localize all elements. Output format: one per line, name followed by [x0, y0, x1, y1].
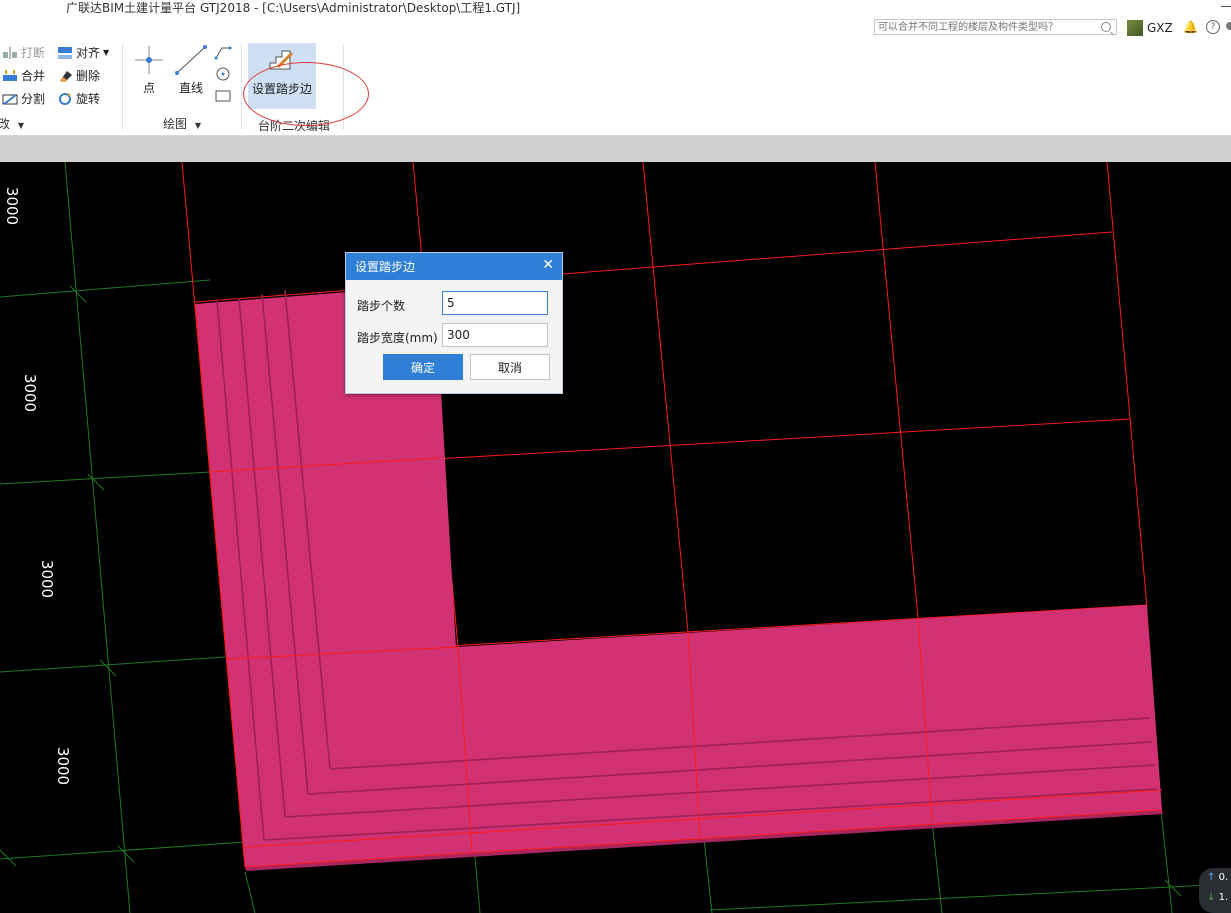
avatar[interactable]: [1127, 20, 1143, 36]
delete-button[interactable]: 删除: [57, 67, 100, 84]
search-icon[interactable]: [1101, 22, 1111, 32]
step-polygons: [194, 272, 1163, 871]
window-title: 广联达BIM土建计量平台 GTJ2018 - [C:\Users\Adminis…: [66, 1, 521, 15]
align-label: 对齐: [76, 46, 101, 60]
dialog-title: 设置踏步边: [355, 260, 416, 274]
plan-view: [0, 162, 1231, 913]
delete-label: 删除: [76, 69, 101, 83]
dimension-label: 3000: [54, 746, 73, 786]
align-icon: [57, 46, 73, 60]
circle-icon[interactable]: [216, 67, 230, 81]
break-button[interactable]: 打断: [2, 44, 45, 61]
speed-line-1: ↑ 0.: [1207, 872, 1229, 883]
dimension-label: 3000: [3, 186, 22, 226]
user-name: GXZ: [1147, 21, 1173, 35]
step-count-input[interactable]: [442, 291, 548, 315]
split-button[interactable]: 分割: [2, 90, 45, 107]
search-input[interactable]: [876, 20, 1100, 34]
break-icon: [2, 46, 18, 60]
minimize-button[interactable]: [1221, 6, 1231, 7]
set-step-edge-dialog: 设置踏步边 ✕ 踏步个数 踏步宽度(mm) 确定 取消: [345, 252, 563, 394]
align-dropdown-icon[interactable]: ▼: [103, 48, 109, 57]
chevron-down-icon[interactable]: ▼: [18, 121, 24, 130]
eraser-icon: [57, 69, 73, 83]
draw-group-label[interactable]: 绘图 ▼: [163, 115, 201, 132]
cancel-button[interactable]: 取消: [470, 354, 550, 380]
group-divider: [122, 44, 123, 130]
drawing-canvas[interactable]: 3000 3000 3000 3000: [0, 162, 1231, 913]
point-icon: [135, 46, 163, 74]
step-edit-group-label: 台阶二次编辑: [258, 119, 331, 133]
merge-icon: [2, 69, 18, 83]
set-step-edge-label: 设置踏步边: [252, 82, 313, 96]
step-count-label: 踏步个数: [357, 299, 406, 313]
line-icon: [175, 45, 207, 75]
step-width-label: 踏步宽度(mm): [357, 331, 438, 345]
align-button[interactable]: 对齐 ▼: [57, 44, 109, 61]
line-label: 直线: [178, 81, 203, 95]
speed-line-2: ↓ 1.: [1207, 892, 1229, 903]
set-step-edge-button[interactable]: 设置踏步边: [248, 43, 316, 109]
rectangle-icon[interactable]: [215, 90, 231, 102]
dimension-label: 3000: [38, 559, 57, 599]
rotate-label: 旋转: [76, 92, 101, 106]
title-bar: 广联达BIM土建计量平台 GTJ2018 - [C:\Users\Adminis…: [0, 0, 1231, 40]
dimension-label: 3000: [21, 373, 40, 413]
arrow-up-icon: ↑: [1207, 872, 1216, 883]
ribbon: 打断 对齐 ▼ 合并 删除 分割 旋转 改 ▼ 点 直线 绘图 ▼ 台阶二次编辑: [0, 40, 1231, 136]
point-button[interactable]: 点: [133, 44, 165, 96]
chevron-down-icon[interactable]: ▼: [195, 121, 201, 130]
step-edge-icon: [269, 50, 294, 70]
split-label: 分割: [21, 92, 46, 106]
search-box[interactable]: [874, 19, 1117, 35]
rotate-icon: [57, 92, 73, 106]
point-label: 点: [142, 81, 155, 95]
modify-group-label[interactable]: 改 ▼: [0, 115, 24, 132]
bell-icon[interactable]: 🔔: [1183, 20, 1198, 34]
split-icon: [2, 92, 18, 106]
group-divider: [241, 44, 242, 130]
close-icon[interactable]: ✕: [542, 257, 554, 273]
user-account[interactable]: GXZ: [1127, 19, 1173, 37]
overflow-icon[interactable]: [1226, 22, 1231, 30]
arrow-down-icon: ↓: [1207, 892, 1216, 903]
rotate-button[interactable]: 旋转: [57, 90, 100, 107]
group-divider: [343, 44, 344, 130]
drawing-tab-strip: [0, 136, 1231, 163]
line-button[interactable]: 直线: [174, 44, 208, 96]
step-width-input[interactable]: [442, 323, 548, 347]
speed-panel[interactable]: ↑ 0. ↓ 1.: [1199, 868, 1231, 913]
dialog-header[interactable]: 设置踏步边 ✕: [346, 253, 562, 280]
ok-button[interactable]: 确定: [383, 354, 463, 380]
draw-small-tools: [214, 44, 232, 108]
help-icon[interactable]: ?: [1206, 20, 1220, 34]
break-label: 打断: [21, 46, 46, 60]
merge-button[interactable]: 合并: [2, 67, 45, 84]
merge-label: 合并: [21, 69, 46, 83]
polyline-icon[interactable]: [214, 46, 232, 60]
